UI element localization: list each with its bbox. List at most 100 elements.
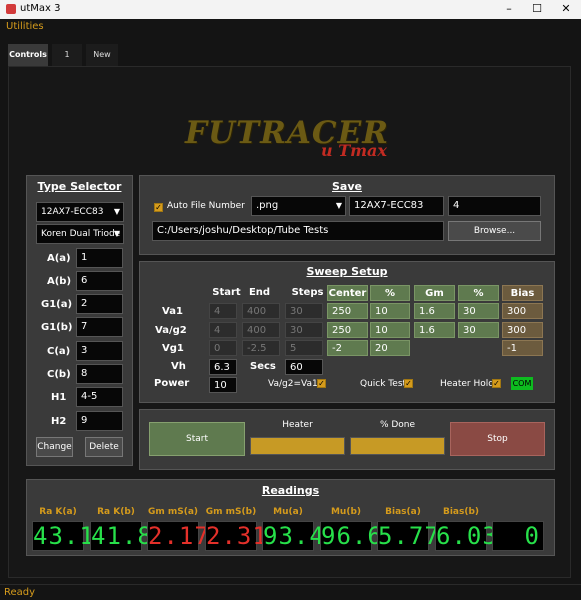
save-path-input[interactable]: C:/Users/joshu/Desktop/Tube Tests bbox=[152, 221, 444, 241]
pin-input[interactable]: 6 bbox=[76, 271, 123, 291]
save-panel: Save ✓ Auto File Number .png ▼ 12AX7-ECC… bbox=[139, 175, 555, 255]
heater-progress-fill bbox=[251, 438, 344, 454]
stop-button[interactable]: Stop bbox=[450, 422, 545, 456]
pin-label: G1(a) bbox=[41, 299, 73, 310]
va1-pct[interactable]: 10 bbox=[370, 303, 410, 319]
va1-pct2[interactable]: 30 bbox=[458, 303, 499, 319]
vag2-pct[interactable]: 10 bbox=[370, 322, 410, 338]
reading-label: Ra K(a) bbox=[39, 507, 77, 517]
start-button[interactable]: Start bbox=[149, 422, 245, 456]
col-pct2: % bbox=[458, 285, 499, 301]
model-select[interactable]: Koren Dual Triode ▼ bbox=[36, 224, 124, 244]
tab-1[interactable]: 1 bbox=[52, 44, 82, 66]
secs-label: Secs bbox=[250, 361, 276, 372]
vag2-pct2[interactable]: 30 bbox=[458, 322, 499, 338]
type-selector-title: Type Selector bbox=[37, 180, 122, 193]
pin-input[interactable]: 3 bbox=[76, 341, 123, 361]
row-label-vg1: Vg1 bbox=[162, 343, 184, 354]
reading-value: 6.03 bbox=[435, 521, 498, 551]
va1-center[interactable]: 250 bbox=[327, 303, 368, 319]
change-button[interactable]: Change bbox=[36, 437, 73, 457]
pin-input[interactable]: 7 bbox=[76, 317, 123, 337]
reading-value: 43.1 bbox=[32, 521, 95, 551]
pin-input[interactable]: 8 bbox=[76, 364, 123, 384]
chevron-down-icon: ▼ bbox=[113, 229, 120, 238]
vg1-pct[interactable]: 20 bbox=[370, 340, 410, 356]
va1-start[interactable]: 4 bbox=[209, 303, 237, 319]
va1-bias[interactable]: 300 bbox=[502, 303, 543, 319]
col-gm: Gm mS bbox=[414, 285, 455, 314]
pin-input[interactable]: 1 bbox=[76, 248, 123, 268]
reading-label: Gm mS(b) bbox=[205, 507, 257, 517]
minimize-button[interactable]: – bbox=[494, 0, 524, 19]
tube-select[interactable]: 12AX7-ECC83 ▼ bbox=[36, 202, 124, 222]
vag2-bias[interactable]: 300 bbox=[502, 322, 543, 338]
heater-hold-checkbox[interactable]: ✓ bbox=[492, 379, 501, 388]
vg1-end[interactable]: -2.5 bbox=[242, 340, 280, 356]
vg1-center[interactable]: -2 bbox=[327, 340, 368, 356]
status-text: Ready bbox=[4, 587, 36, 598]
pin-label: H1 bbox=[51, 392, 67, 403]
auto-file-number-checkbox[interactable]: ✓ bbox=[154, 203, 163, 212]
va1-gm[interactable]: 1.6 bbox=[414, 303, 455, 319]
va1-end[interactable]: 400 bbox=[242, 303, 280, 319]
file-number-input[interactable]: 4 bbox=[448, 196, 541, 216]
vg1-bias[interactable]: -1 bbox=[502, 340, 543, 356]
heater-progress bbox=[250, 437, 345, 455]
vag2-steps[interactable]: 30 bbox=[285, 322, 323, 338]
va1-steps[interactable]: 30 bbox=[285, 303, 323, 319]
vag2-end[interactable]: 400 bbox=[242, 322, 280, 338]
auto-file-number-label: Auto File Number bbox=[167, 201, 245, 211]
vh-input[interactable]: 6.3 bbox=[209, 359, 237, 375]
vag2-eq-va1-checkbox[interactable]: ✓ bbox=[317, 379, 326, 388]
file-name-input[interactable]: 12AX7-ECC83 bbox=[349, 196, 444, 216]
pin-label: C(b) bbox=[47, 369, 71, 380]
save-title: Save bbox=[332, 180, 362, 193]
done-label: % Done bbox=[379, 420, 416, 430]
reading-value: 2.31 bbox=[205, 521, 268, 551]
col-steps: Steps bbox=[291, 287, 324, 298]
tab-controls[interactable]: Controls bbox=[8, 44, 48, 66]
pin-input[interactable]: 2 bbox=[76, 294, 123, 314]
reading-value: 96.6 bbox=[320, 521, 383, 551]
browse-button[interactable]: Browse... bbox=[448, 221, 541, 241]
col-center: Center bbox=[327, 285, 368, 301]
com-indicator: COM bbox=[511, 377, 533, 390]
done-progress-fill bbox=[351, 438, 444, 454]
done-progress bbox=[350, 437, 445, 455]
status-bar: Ready bbox=[0, 584, 581, 600]
col-pct: % bbox=[370, 285, 410, 301]
reading-value: 41.8 bbox=[90, 521, 153, 551]
quick-test-checkbox[interactable]: ✓ bbox=[404, 379, 413, 388]
vag2-start[interactable]: 4 bbox=[209, 322, 237, 338]
futracer-logo: FUTRACER u Tmax bbox=[185, 113, 405, 165]
close-button[interactable]: ✕ bbox=[551, 0, 581, 19]
reading-label: Ra K(b) bbox=[97, 507, 135, 517]
chevron-down-icon: ▼ bbox=[335, 201, 342, 210]
reading-label: Mu(b) bbox=[330, 507, 362, 517]
run-controls-panel: Start Heater % Done Stop bbox=[139, 409, 555, 470]
format-select[interactable]: .png ▼ bbox=[251, 196, 346, 216]
reading-label: Bias(b) bbox=[442, 507, 480, 517]
logo-subtext: u Tmax bbox=[321, 141, 387, 160]
secs-input[interactable]: 60 bbox=[285, 359, 323, 375]
vg1-steps[interactable]: 5 bbox=[285, 340, 323, 356]
col-bias: Bias bbox=[502, 285, 543, 301]
model-select-value: Koren Dual Triode bbox=[41, 229, 121, 239]
title-bar: utMax 3 – ☐ ✕ bbox=[0, 0, 581, 19]
vag2-center[interactable]: 250 bbox=[327, 322, 368, 338]
pin-input[interactable]: 4-5 bbox=[76, 387, 123, 407]
pin-label: A(b) bbox=[47, 276, 72, 287]
maximize-button[interactable]: ☐ bbox=[522, 0, 552, 19]
format-select-value: .png bbox=[256, 200, 279, 211]
row-label-vag2: Va/g2 bbox=[155, 325, 187, 336]
menu-utilities[interactable]: Utilities bbox=[6, 21, 44, 32]
vh-label: Vh bbox=[171, 361, 186, 372]
delete-button[interactable]: Delete bbox=[85, 437, 123, 457]
tab-new[interactable]: New bbox=[86, 44, 118, 66]
vg1-start[interactable]: 0 bbox=[209, 340, 237, 356]
power-input[interactable]: 10 bbox=[209, 377, 237, 393]
pin-input[interactable]: 9 bbox=[76, 411, 123, 431]
vag2-gm[interactable]: 1.6 bbox=[414, 322, 455, 338]
reading-value: 5.77 bbox=[377, 521, 440, 551]
